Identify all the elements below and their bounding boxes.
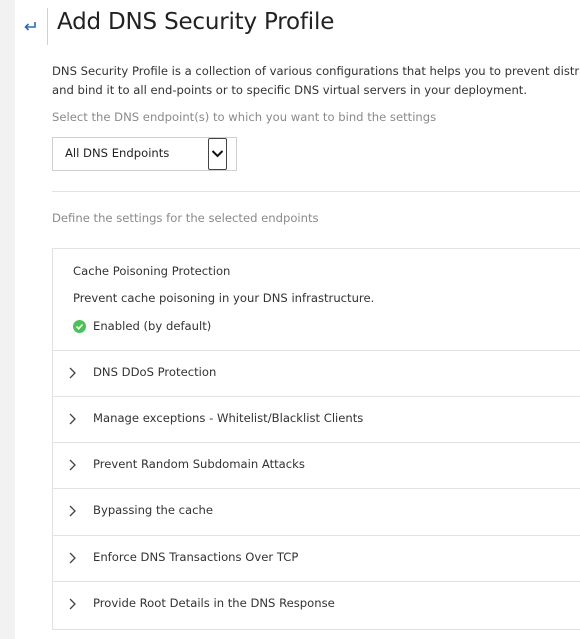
accordion-item-label: Enforce DNS Transactions Over TCP xyxy=(93,550,299,564)
accordion-item-random-subdomain[interactable]: Prevent Random Subdomain Attacks xyxy=(53,442,580,488)
chevron-right-icon xyxy=(69,413,76,425)
accordion-item-label: Bypassing the cache xyxy=(93,503,214,517)
cache-poisoning-title: Cache Poisoning Protection xyxy=(73,264,231,278)
settings-label: Define the settings for the selected end… xyxy=(52,211,319,225)
accordion-item-bypassing-cache[interactable]: Bypassing the cache xyxy=(53,488,580,534)
accordion-item-dns-ddos-protection[interactable]: DNS DDoS Protection xyxy=(53,350,580,396)
accordion-item-root-details[interactable]: Provide Root Details in the DNS Response xyxy=(53,581,580,627)
accordion-item-label: Prevent Random Subdomain Attacks xyxy=(93,457,305,471)
chevron-down-icon xyxy=(211,150,224,158)
check-circle-icon xyxy=(73,320,86,333)
settings-panel: Cache Poisoning Protection Prevent cache… xyxy=(52,248,580,630)
description-line-1: DNS Security Profile is a collection of … xyxy=(52,64,580,78)
chevron-right-icon xyxy=(69,505,76,517)
accordion-item-label: Manage exceptions - Whitelist/Blacklist … xyxy=(93,411,364,425)
header-divider xyxy=(47,8,48,45)
cache-poisoning-card: Cache Poisoning Protection Prevent cache… xyxy=(53,249,580,350)
accordion-item-label: DNS DDoS Protection xyxy=(93,365,217,379)
page-title: Add DNS Security Profile xyxy=(57,9,335,35)
main-content: Add DNS Security Profile DNS Security Pr… xyxy=(15,0,580,639)
endpoint-select-value: All DNS Endpoints xyxy=(65,146,170,160)
endpoint-select-label: Select the DNS endpoint(s) to which you … xyxy=(52,110,437,124)
description-line-2: and bind it to all end-points or to spec… xyxy=(52,82,528,97)
dropdown-button[interactable] xyxy=(208,138,227,170)
back-arrow-icon[interactable] xyxy=(23,18,39,38)
chevron-right-icon xyxy=(69,367,76,379)
accordion-item-enforce-tcp[interactable]: Enforce DNS Transactions Over TCP xyxy=(53,535,580,581)
accordion-item-manage-exceptions[interactable]: Manage exceptions - Whitelist/Blacklist … xyxy=(53,396,580,442)
endpoint-select[interactable]: All DNS Endpoints xyxy=(52,137,237,171)
accordion-item-label: Provide Root Details in the DNS Response xyxy=(93,596,335,610)
chevron-right-icon xyxy=(69,552,76,564)
chevron-right-icon xyxy=(69,459,76,471)
status-text: Enabled (by default) xyxy=(93,319,212,333)
section-divider xyxy=(52,191,580,192)
page-header: Add DNS Security Profile xyxy=(15,0,580,48)
profile-description: DNS Security Profile is a collection of … xyxy=(52,62,580,99)
chevron-right-icon xyxy=(69,598,76,610)
cache-poisoning-description: Prevent cache poisoning in your DNS infr… xyxy=(73,291,375,305)
